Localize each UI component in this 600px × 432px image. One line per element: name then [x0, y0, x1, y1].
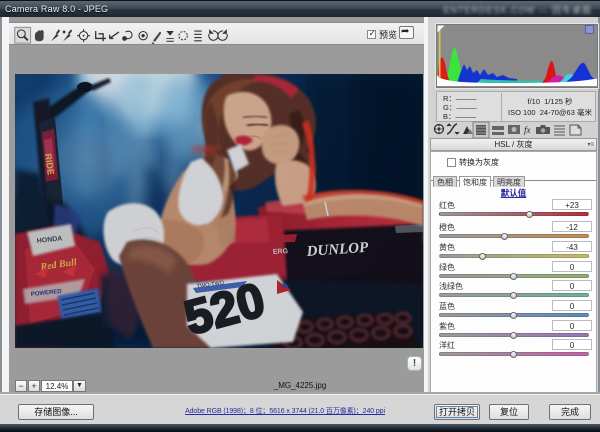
svg-text:fx: fx: [524, 125, 531, 135]
